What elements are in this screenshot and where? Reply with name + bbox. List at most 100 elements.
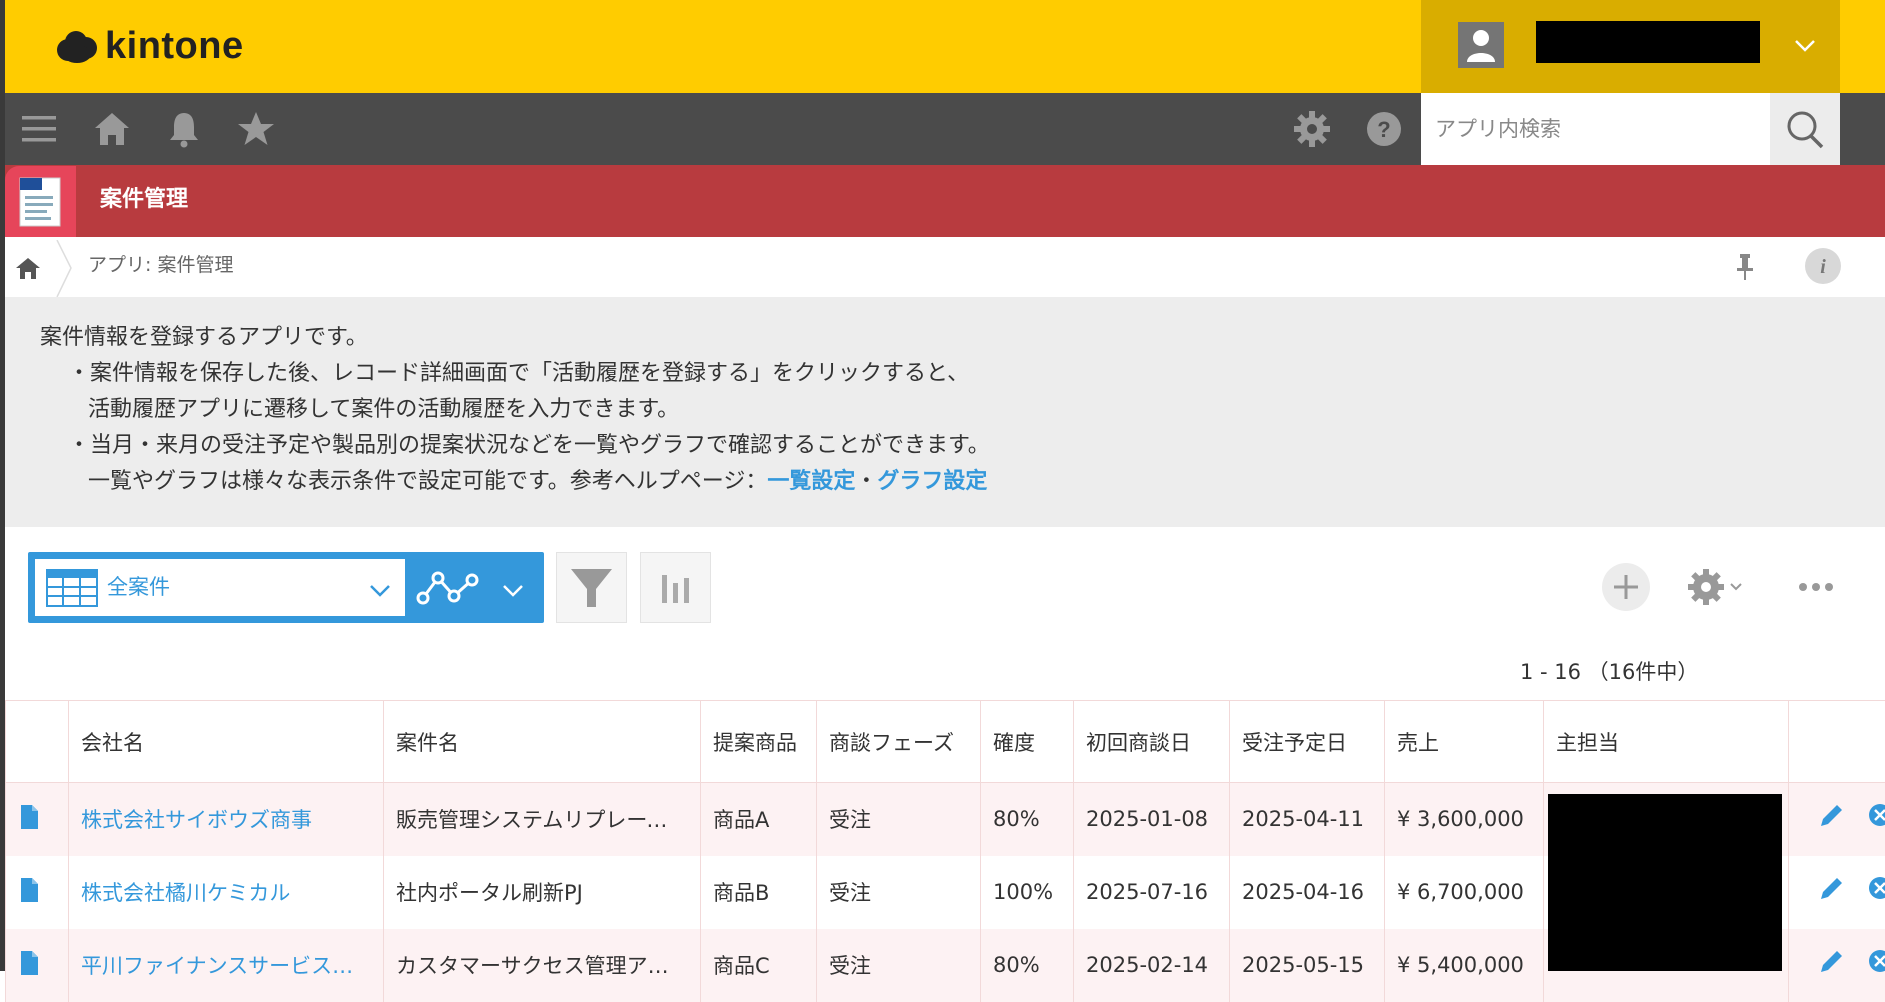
first-meeting-cell: 2025-02-14 [1074,929,1230,1002]
chevron-down-icon[interactable] [498,575,528,605]
record-count: 1 - 16 （16件中） [1520,657,1698,687]
edit-pencil-icon [1821,951,1842,972]
record-detail-icon[interactable] [6,783,69,856]
add-record-button[interactable] [1602,563,1650,611]
phase-cell: 受注 [817,856,981,929]
row-actions [1789,929,1885,1002]
probability-cell: 100% [981,856,1074,929]
settings-gear-icon[interactable] [1686,567,1726,607]
description-line: ・当月・来月の受注予定や製品別の提案状況などを一覧やグラフで確認することができま… [68,428,990,464]
company-cell[interactable]: 株式会社橘川ケミカル [69,856,384,929]
username-redacted[interactable] [1536,21,1760,63]
chevron-down-icon[interactable] [1728,578,1744,594]
first-meeting-cell: 2025-01-08 [1074,783,1230,856]
document-icon [5,166,76,237]
column-header-sales[interactable]: 売上 [1385,701,1544,783]
logo-text: kintone [105,25,244,68]
record-detail-icon[interactable] [6,856,69,929]
order-date-cell: 2025-04-11 [1230,783,1385,856]
deal-cell: カスタマーサクセス管理アプリ導入 [384,929,701,1002]
help-icon[interactable]: ? [1365,110,1403,148]
column-header-deal[interactable]: 案件名 [384,701,701,783]
edit-pencil-icon [1821,878,1842,899]
company-cell[interactable]: 株式会社サイボウズ商事 [69,783,384,856]
column-header-probability[interactable]: 確度 [981,701,1074,783]
table-view-icon [46,569,98,607]
deal-cell: 社内ポータル刷新PJ [384,856,701,929]
graph-view-icon[interactable] [416,568,480,608]
kintone-logo[interactable]: kintone [55,22,244,70]
search-button[interactable] [1770,93,1840,165]
chevron-down-icon[interactable] [365,575,395,605]
svg-text:i: i [1820,256,1826,278]
logo-cloud-icon [55,27,101,65]
bell-icon[interactable] [165,110,203,148]
delete-icon [1869,877,1885,899]
table-header-row: 会社名 案件名 提案商品 商談フェーズ 確度 初回商談日 受注予定日 売上 主担… [6,701,1885,783]
filter-button[interactable] [556,552,627,623]
product-cell: 商品C [701,929,817,1002]
sales-cell: ¥ 3,600,000 [1385,783,1544,856]
probability-cell: 80% [981,783,1074,856]
help-link-list-settings[interactable]: 一覧設定 [767,469,855,494]
description-line: 活動履歴アプリに遷移して案件の活動履歴を入力できます。 [88,392,679,428]
record-detail-icon[interactable] [6,929,69,1002]
column-header-first-meeting[interactable]: 初回商談日 [1074,701,1230,783]
app-search-box [1421,93,1770,165]
phase-cell: 受注 [817,783,981,856]
breadcrumb-separator [55,240,75,297]
column-header-order-date[interactable]: 受注予定日 [1230,701,1385,783]
product-cell: 商品A [701,783,817,856]
delete-icon [1869,804,1885,826]
column-header [6,701,69,783]
phase-cell: 受注 [817,929,981,1002]
link-separator: ・ [855,469,877,494]
info-icon[interactable]: i [1805,248,1841,284]
delete-icon [1869,950,1885,972]
column-header-phase[interactable]: 商談フェーズ [817,701,981,783]
breadcrumb-home-icon[interactable] [14,254,42,282]
more-options-icon[interactable] [1796,575,1836,599]
svg-text:?: ? [1377,117,1390,142]
column-header-owner[interactable]: 主担当 [1544,701,1789,783]
sales-cell: ¥ 6,700,000 [1385,856,1544,929]
plus-icon [1602,563,1650,611]
order-date-cell: 2025-04-16 [1230,856,1385,929]
graph-button[interactable] [640,552,711,623]
user-avatar-icon[interactable] [1458,22,1504,68]
view-name: 全案件 [107,570,170,604]
product-cell: 商品B [701,856,817,929]
column-header [1789,701,1885,783]
search-input[interactable] [1421,93,1770,165]
description-line: 案件情報を登録するアプリです。 [40,320,368,356]
home-icon[interactable] [93,110,131,148]
filter-icon [557,553,626,622]
first-meeting-cell: 2025-07-16 [1074,856,1230,929]
description-line: ・案件情報を保存した後、レコード詳細画面で「活動履歴を登録する」をクリックすると… [68,356,969,392]
sales-cell: ¥ 5,400,000 [1385,929,1544,1002]
breadcrumb [0,237,1885,297]
deal-cell: 販売管理システムリプレース案件 [384,783,701,856]
star-icon[interactable] [237,110,275,148]
bar-chart-icon [641,553,710,622]
order-date-cell: 2025-05-15 [1230,929,1385,1002]
row-actions [1789,783,1885,856]
edit-pencil-icon [1821,805,1842,826]
menu-icon[interactable] [20,110,58,148]
app-title-bar [0,165,1885,237]
column-header-product[interactable]: 提案商品 [701,701,817,783]
chevron-down-icon[interactable] [1790,30,1820,60]
company-cell[interactable]: 平川ファイナンスサービス株式会社 [69,929,384,1002]
description-text: 一覧やグラフは様々な表示条件で設定可能です。参考ヘルプページ： [88,469,767,494]
gear-icon[interactable] [1293,110,1331,148]
description-line: 一覧やグラフは様々な表示条件で設定可能です。参考ヘルプページ：一覧設定・グラフ設… [88,464,987,500]
column-header-company[interactable]: 会社名 [69,701,384,783]
owner-redacted [1548,794,1782,971]
probability-cell: 80% [981,929,1074,1002]
pin-icon[interactable] [1733,252,1757,282]
breadcrumb-app-link[interactable]: アプリ: 案件管理 [88,250,233,280]
app-title: 案件管理 [100,182,188,218]
help-link-graph-settings[interactable]: グラフ設定 [877,469,987,494]
window-left-edge [0,0,5,971]
row-actions [1789,856,1885,929]
